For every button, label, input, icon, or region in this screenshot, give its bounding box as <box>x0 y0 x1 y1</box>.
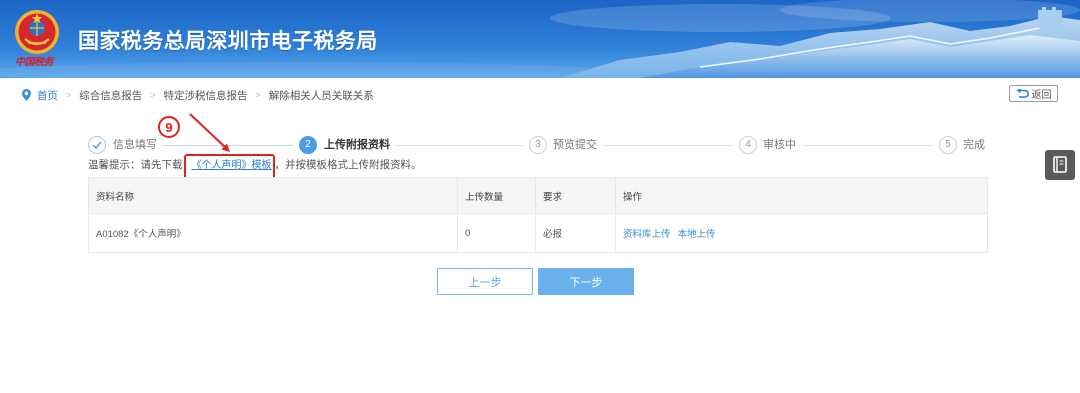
table-row: A01082《个人声明》 0 必报 资料库上传 本地上传 <box>88 213 988 253</box>
library-upload-link[interactable]: 资料库上传 <box>623 229 671 240</box>
cell-actions: 资料库上传 本地上传 <box>615 213 988 253</box>
site-title: 国家税务总局深圳市电子税务局 <box>78 30 378 53</box>
step-connector <box>603 145 733 146</box>
breadcrumb-item-comprehensive-report[interactable]: 综合信息报告 <box>79 88 142 103</box>
column-header-name: 资料名称 <box>88 177 458 214</box>
location-pin-icon <box>22 89 31 101</box>
attachment-table: 资料名称 上传数量 要求 操作 A01082《个人声明》 0 必报 资料库上传本… <box>88 177 988 253</box>
check-icon <box>92 141 102 149</box>
step-5-circle: 5 <box>939 136 957 154</box>
book-icon <box>1053 156 1067 173</box>
breadcrumb-item-current: 解除相关人员关联关系 <box>268 89 374 102</box>
step-2-circle: 2 <box>299 136 317 154</box>
tip-line: 温馨提示：请先下载 《个人声明》模板 ，并按模板格式上传附报资料。 <box>88 154 422 181</box>
cell-material-name: A01082《个人声明》 <box>88 213 458 253</box>
step-3-circle: 3 <box>529 136 547 154</box>
site-header: 中国税务 国家税务总局深圳市电子税务局 <box>0 0 1080 78</box>
step-5-label: 完成 <box>963 139 985 151</box>
side-tool-button[interactable] <box>1045 150 1075 180</box>
breadcrumb: 首页 > 综合信息报告 > 特定涉税信息报告 > 解除相关人员关联关系 <box>22 88 374 102</box>
cell-upload-count: 0 <box>457 213 536 253</box>
step-connector <box>395 145 523 146</box>
step-connector <box>803 145 933 146</box>
back-button-label: 返回 <box>1031 90 1052 101</box>
cell-requirement: 必报 <box>535 213 616 253</box>
template-link-wrapper: 《个人声明》模板 <box>183 154 275 181</box>
tax-emblem-icon <box>15 10 59 54</box>
table-header-row: 资料名称 上传数量 要求 操作 <box>88 177 988 214</box>
breadcrumb-item-special-tax-report[interactable]: 特定涉税信息报告 <box>164 88 248 103</box>
column-header-actions: 操作 <box>615 177 988 214</box>
back-button[interactable]: 返回 <box>1009 85 1058 102</box>
step-3-label: 预览提交 <box>553 139 597 151</box>
local-upload-link[interactable]: 本地上传 <box>678 229 716 240</box>
logo-text: 中国税务 <box>15 57 54 68</box>
column-header-count: 上传数量 <box>457 177 536 214</box>
step-4-circle: 4 <box>739 136 757 154</box>
tip-prefix: 温馨提示：请先下载 <box>88 159 183 171</box>
breadcrumb-separator: > <box>255 90 261 100</box>
step-1-label: 信息填写 <box>113 139 157 151</box>
annotation-step-number: 9 <box>158 116 180 138</box>
great-wall-tower <box>1038 7 1062 28</box>
tip-suffix: ，并按模板格式上传附报资料。 <box>274 159 422 171</box>
step-4-label: 审核中 <box>763 139 796 151</box>
step-2-label: 上传附报资料 <box>324 139 390 151</box>
next-step-button[interactable]: 下一步 <box>538 268 634 295</box>
back-arrow-icon <box>1016 88 1029 98</box>
breadcrumb-separator: > <box>66 90 72 100</box>
step-1-circle <box>88 136 106 154</box>
arrow-icon <box>189 113 230 152</box>
template-download-link[interactable]: 《个人声明》模板 <box>192 160 272 171</box>
previous-step-button[interactable]: 上一步 <box>437 268 533 295</box>
breadcrumb-separator: > <box>150 90 156 100</box>
breadcrumb-home-link[interactable]: 首页 <box>37 88 58 103</box>
column-header-requirement: 要求 <box>535 177 616 214</box>
